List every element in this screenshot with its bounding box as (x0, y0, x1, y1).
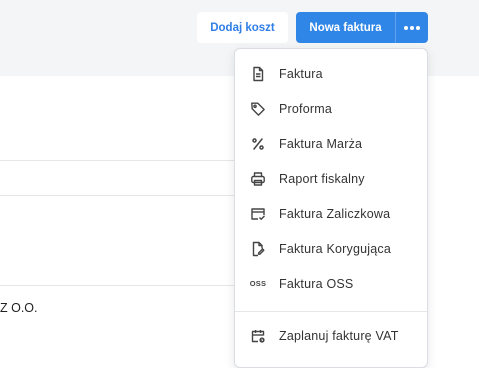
document-icon (249, 65, 267, 83)
new-invoice-button[interactable]: Nowa faktura (296, 12, 395, 43)
menu-item-faktura[interactable]: Faktura (235, 56, 427, 91)
menu-item-label: Faktura (279, 66, 323, 81)
document-edit-icon (249, 240, 267, 258)
more-dots-icon (404, 25, 420, 30)
menu-item-faktura-oss[interactable]: OSS Faktura OSS (235, 266, 427, 301)
new-invoice-button-group: Nowa faktura (296, 12, 428, 43)
menu-item-label: Faktura Zaliczkowa (279, 206, 391, 221)
menu-item-label: Faktura Marża (279, 136, 363, 151)
menu-item-faktura-korygujaca[interactable]: Faktura Korygująca (235, 231, 427, 266)
menu-item-label: Faktura OSS (279, 276, 354, 291)
menu-item-label: Proforma (279, 101, 333, 116)
percent-icon (249, 135, 267, 153)
menu-item-proforma[interactable]: Proforma (235, 91, 427, 126)
row-divider (0, 285, 240, 286)
menu-item-label: Faktura Korygująca (279, 241, 391, 256)
company-name-text: Z O.O. (0, 301, 38, 315)
menu-divider (235, 311, 427, 312)
menu-item-zaplanuj-fakture[interactable]: Zaplanuj fakturę VAT (235, 318, 427, 353)
invoice-type-dropdown: Faktura Proforma Faktura Marża Raport fi… (234, 48, 428, 368)
calendar-clock-icon (249, 327, 267, 345)
add-cost-button[interactable]: Dodaj koszt (197, 12, 288, 43)
oss-icon-text: OSS (249, 279, 267, 288)
menu-item-label: Raport fiskalny (279, 171, 365, 186)
menu-item-label: Zaplanuj fakturę VAT (279, 328, 399, 343)
card-check-icon (249, 205, 267, 223)
printer-icon (249, 170, 267, 188)
menu-item-faktura-zaliczkowa[interactable]: Faktura Zaliczkowa (235, 196, 427, 231)
more-options-button[interactable] (395, 12, 428, 43)
tag-icon (249, 100, 267, 118)
row-divider (0, 195, 240, 196)
row-divider (0, 160, 240, 161)
oss-icon: OSS (249, 275, 267, 293)
menu-item-faktura-marza[interactable]: Faktura Marża (235, 126, 427, 161)
menu-item-raport-fiskalny[interactable]: Raport fiskalny (235, 161, 427, 196)
